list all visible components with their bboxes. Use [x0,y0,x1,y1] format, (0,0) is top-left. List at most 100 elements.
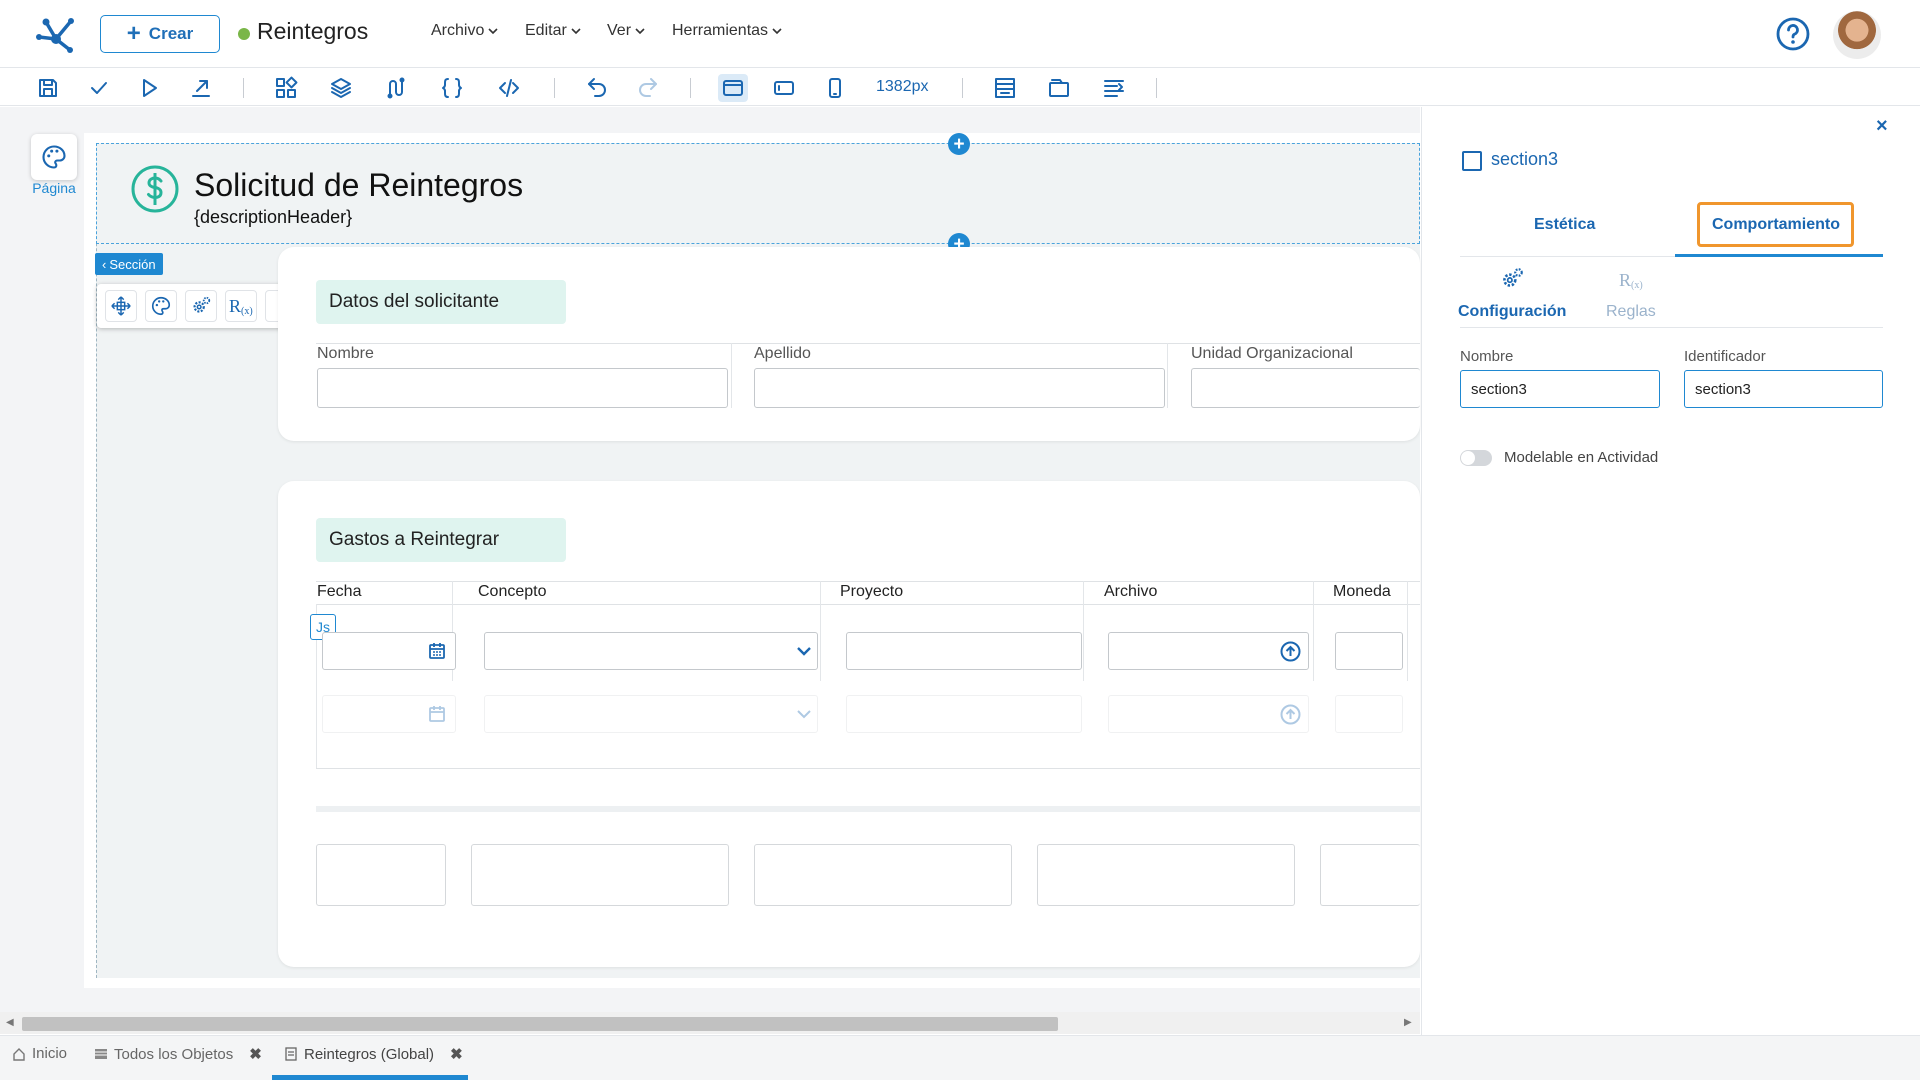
form-icon [285,1047,297,1061]
menu-herramientas-label: Herramientas [672,22,769,39]
menu-editar[interactable]: Editar [525,22,581,40]
code-icon[interactable] [496,75,522,101]
divider [1313,581,1314,681]
identificador-label: Identificador [1684,348,1766,365]
move-icon[interactable] [105,290,137,322]
calendar-icon[interactable] [428,642,446,660]
divider [1460,327,1883,328]
variables-icon[interactable] [383,75,409,101]
proyecto-field [846,695,1082,733]
export-icon[interactable] [188,75,214,101]
divider [316,768,1420,769]
column-archivo: Archivo [1104,583,1158,600]
chevron-down-icon [635,28,645,35]
toolbar-divider [243,78,244,98]
align-icon[interactable] [1101,75,1127,101]
tablet-view-icon[interactable] [771,75,797,101]
page-style-button[interactable] [31,134,77,180]
proyecto-field[interactable] [846,632,1082,670]
subtab-configuracion[interactable]: Configuración [1458,303,1566,321]
section-checkbox[interactable] [1462,151,1482,171]
menu-ver[interactable]: Ver [607,22,645,40]
grid-layout-icon[interactable] [992,75,1018,101]
palette-icon[interactable] [145,290,177,322]
divider [820,581,821,681]
components-icon[interactable] [273,75,299,101]
close-tab-icon[interactable]: ✖ [249,1045,262,1063]
add-section-above-button[interactable]: + [948,133,970,155]
palette-icon [42,145,66,169]
total-field[interactable] [754,844,1012,906]
layers-icon[interactable] [328,75,354,101]
help-icon[interactable] [1776,17,1810,51]
close-icon[interactable]: × [1876,115,1888,138]
menu-archivo[interactable]: Archivo [431,22,498,40]
avatar[interactable] [1833,11,1881,59]
svg-text:(x): (x) [1631,280,1643,291]
nombre-label: Nombre [1460,348,1514,365]
total-field[interactable] [316,844,446,906]
panel-icon[interactable] [1046,75,1072,101]
chevron-left-icon: ‹ [102,256,107,272]
toolbar-divider [690,78,691,98]
section-datos-solicitante[interactable] [278,247,1420,441]
menu-herramientas[interactable]: Herramientas [672,22,782,40]
scroll-right-icon[interactable]: ▶ [1404,1017,1412,1028]
column-fecha: Fecha [317,583,362,600]
bottom-tab-label: Reintegros (Global) [304,1045,435,1063]
divider [1083,581,1084,681]
tab-comportamiento[interactable]: Comportamiento [1712,216,1840,234]
identificador-input[interactable]: section3 [1684,370,1883,408]
desktop-view-icon[interactable] [718,74,748,102]
menu-archivo-label: Archivo [431,22,485,39]
create-button[interactable]: + Crear [100,15,220,53]
subtab-reglas[interactable]: Reglas [1606,303,1656,321]
total-field[interactable] [1037,844,1295,906]
check-icon[interactable] [86,75,112,101]
archivo-field[interactable] [1108,632,1309,670]
scroll-left-icon[interactable]: ◀ [6,1017,14,1028]
bottom-tab-label: Todos los Objetos [114,1045,234,1063]
total-field[interactable] [1320,844,1420,906]
divider [316,604,1420,605]
modelable-toggle[interactable] [1460,450,1492,466]
play-icon[interactable] [136,75,162,101]
undo-icon[interactable] [584,75,610,101]
concepto-select[interactable] [484,632,818,670]
unidad-organizacional-field[interactable] [1191,368,1420,408]
section-tag[interactable]: ‹ Sección [95,253,163,275]
bottom-tab-reintegros[interactable]: Reintegros (Global) ✖ [284,1045,463,1063]
rules-icon[interactable]: R (x) [1617,269,1645,291]
active-bottom-tab-indicator [272,1075,468,1080]
apellido-field[interactable] [754,368,1165,408]
divider [316,343,1420,344]
close-tab-icon[interactable]: ✖ [450,1045,463,1063]
save-icon[interactable] [35,75,61,101]
apellido-label: Apellido [754,345,811,362]
mobile-view-icon[interactable] [822,75,848,101]
nombre-input[interactable]: section3 [1460,370,1660,408]
plus-icon: + [126,20,141,47]
moneda-field [1335,695,1403,733]
total-field[interactable] [471,844,729,906]
bottom-tab-inicio[interactable]: Inicio [12,1045,67,1062]
tab-estetica[interactable]: Estética [1534,216,1595,234]
nombre-field[interactable] [317,368,728,408]
moneda-field[interactable] [1335,632,1403,670]
braces-icon[interactable] [439,75,465,101]
app-logo-icon[interactable] [34,12,78,56]
rules-icon[interactable]: R (x) [225,290,257,322]
redo-icon[interactable] [635,75,661,101]
nombre-label: Nombre [317,345,374,362]
scrollbar-thumb[interactable] [22,1017,1058,1031]
chevron-down-icon [797,647,811,656]
bottom-tab-todos[interactable]: Todos los Objetos ✖ [94,1045,262,1063]
home-icon [13,1047,25,1061]
settings-gears-icon[interactable] [185,290,217,322]
settings-gears-icon[interactable] [1498,266,1526,292]
menu-editar-label: Editar [525,22,567,39]
svg-text:R: R [1619,270,1631,290]
upload-icon[interactable] [1280,641,1301,662]
divider [316,806,1420,812]
divider [1407,581,1408,681]
